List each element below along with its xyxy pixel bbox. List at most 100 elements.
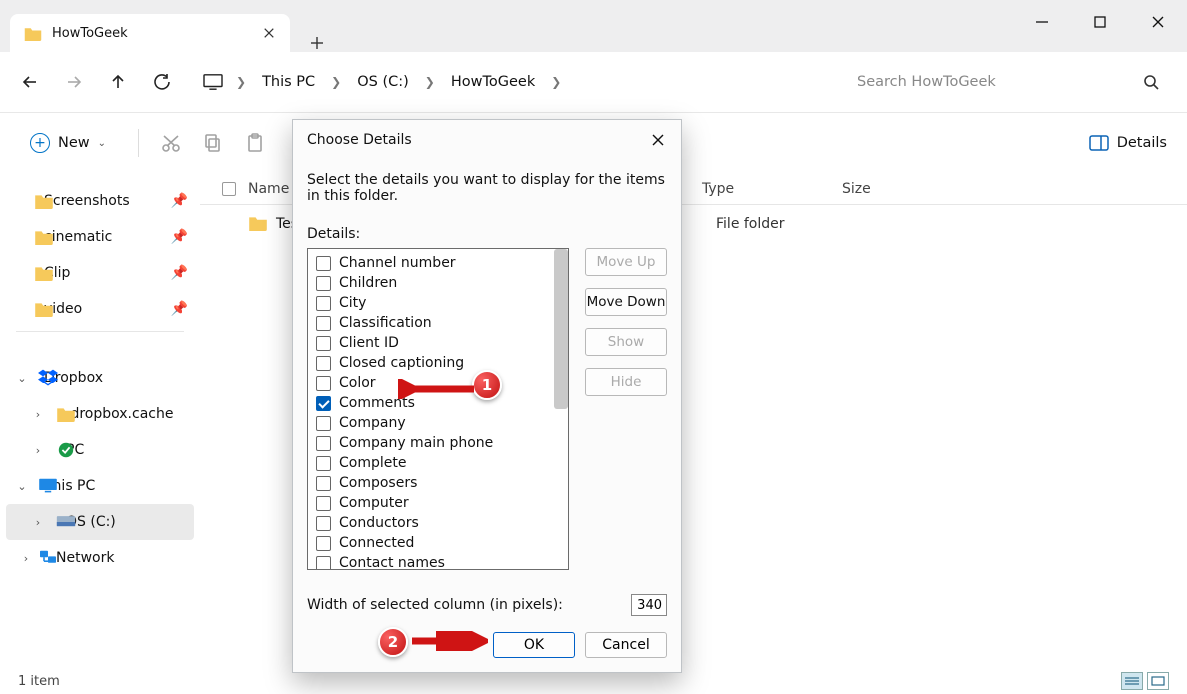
new-button[interactable]: + New ⌄ <box>20 125 116 161</box>
chevron-right-icon[interactable]: ❯ <box>417 75 443 89</box>
tab-close-icon[interactable] <box>262 26 276 40</box>
sidebar-item-network[interactable]: › Network <box>6 540 194 576</box>
select-all-checkbox[interactable] <box>222 182 236 196</box>
breadcrumb-seg-1[interactable]: OS (C:) <box>353 70 413 94</box>
detail-checkbox-item[interactable]: Complete <box>308 453 568 473</box>
sidebar-item-clip[interactable]: Clip 📌 <box>6 255 194 291</box>
monitor-icon <box>202 73 224 91</box>
breadcrumb-seg-2[interactable]: HowToGeek <box>447 70 539 94</box>
move-up-button[interactable]: Move Up <box>585 248 667 276</box>
forward-button[interactable] <box>58 66 90 98</box>
ok-button[interactable]: OK <box>493 632 575 658</box>
detail-checkbox-item[interactable]: Connected <box>308 533 568 553</box>
checkbox[interactable] <box>316 316 331 331</box>
view-large-icons-button[interactable] <box>1147 672 1169 690</box>
pin-icon: 📌 <box>171 229 188 245</box>
checkbox[interactable] <box>316 536 331 551</box>
sidebar-item-os-c[interactable]: › OS (C:) <box>6 504 194 540</box>
sidebar-item-video[interactable]: video 📌 <box>6 291 194 327</box>
checkbox[interactable] <box>316 256 331 271</box>
dialog-close-button[interactable] <box>649 131 667 149</box>
sync-folder-icon <box>56 441 76 459</box>
column-header-size[interactable]: Size <box>842 181 942 197</box>
detail-checkbox-item[interactable]: Classification <box>308 313 568 333</box>
chevron-right-icon[interactable]: › <box>30 444 46 457</box>
checkbox[interactable] <box>316 276 331 291</box>
detail-checkbox-item[interactable]: Company <box>308 413 568 433</box>
width-input[interactable] <box>631 594 667 616</box>
checkbox[interactable] <box>316 516 331 531</box>
show-button[interactable]: Show <box>585 328 667 356</box>
refresh-button[interactable] <box>146 66 178 98</box>
pin-icon: 📌 <box>171 193 188 209</box>
sidebar-item-screenshots[interactable]: Screenshots 📌 <box>6 183 194 219</box>
detail-checkbox-item[interactable]: Client ID <box>308 333 568 353</box>
separator <box>16 331 184 332</box>
chevron-right-icon[interactable]: › <box>30 408 46 421</box>
scrollbar[interactable] <box>554 249 568 409</box>
maximize-button[interactable] <box>1071 0 1129 44</box>
dropbox-icon <box>38 369 58 387</box>
checkbox[interactable] <box>316 296 331 311</box>
detail-checkbox-item[interactable]: Channel number <box>308 253 568 273</box>
chevron-right-icon[interactable]: ❯ <box>228 75 254 89</box>
chevron-right-icon[interactable]: ❯ <box>323 75 349 89</box>
titlebar: HowToGeek <box>0 0 1187 52</box>
details-pane-icon <box>1089 135 1109 151</box>
chevron-down-icon[interactable]: ⌄ <box>14 372 30 385</box>
sidebar-item-dropbox-pc[interactable]: › PC <box>6 432 194 468</box>
detail-checkbox-item[interactable]: Conductors <box>308 513 568 533</box>
chevron-right-icon[interactable]: › <box>30 516 46 529</box>
checkbox[interactable] <box>316 436 331 451</box>
checkbox[interactable] <box>316 556 331 571</box>
checkbox[interactable] <box>316 476 331 491</box>
checkbox[interactable] <box>316 356 331 371</box>
row-checkbox[interactable] <box>222 217 236 231</box>
checkbox[interactable] <box>316 456 331 471</box>
chevron-down-icon[interactable]: ⌄ <box>14 480 30 493</box>
sidebar-item-dropbox[interactable]: ⌄ Dropbox <box>6 360 194 396</box>
detail-checkbox-item[interactable]: Children <box>308 273 568 293</box>
checkbox[interactable] <box>316 396 331 411</box>
paste-icon[interactable] <box>245 133 265 153</box>
detail-checkbox-item[interactable]: Composers <box>308 473 568 493</box>
detail-checkbox-item[interactable]: Company main phone <box>308 433 568 453</box>
tab-howtogeek[interactable]: HowToGeek <box>10 14 290 52</box>
detail-checkbox-item[interactable]: Contact names <box>308 553 568 570</box>
minimize-button[interactable] <box>1013 0 1071 44</box>
sidebar-item-dropbox-cache[interactable]: › .dropbox.cache <box>6 396 194 432</box>
move-down-button[interactable]: Move Down <box>585 288 667 316</box>
sidebar: Screenshots 📌 cinematic 📌 Clip 📌 video 📌 <box>0 173 200 668</box>
view-details-button[interactable] <box>1121 672 1143 690</box>
detail-checkbox-item[interactable]: Computer <box>308 493 568 513</box>
detail-checkbox-item[interactable]: City <box>308 293 568 313</box>
copy-icon[interactable] <box>203 133 223 153</box>
separator <box>138 129 139 157</box>
hide-button[interactable]: Hide <box>585 368 667 396</box>
close-button[interactable] <box>1129 0 1187 44</box>
checkbox[interactable] <box>316 336 331 351</box>
sidebar-item-this-pc[interactable]: ⌄ This PC <box>6 468 194 504</box>
detail-item-label: Conductors <box>339 515 419 531</box>
details-list[interactable]: Channel numberChildrenCityClassification… <box>307 248 569 570</box>
checkbox[interactable] <box>316 416 331 431</box>
chevron-right-icon[interactable]: › <box>18 552 34 565</box>
detail-checkbox-item[interactable]: Closed captioning <box>308 353 568 373</box>
network-icon <box>38 549 58 567</box>
cancel-button[interactable]: Cancel <box>585 632 667 658</box>
chevron-right-icon[interactable]: ❯ <box>543 75 569 89</box>
checkbox[interactable] <box>316 376 331 391</box>
up-button[interactable] <box>102 66 134 98</box>
detail-item-label: Contact names <box>339 555 445 570</box>
cut-icon[interactable] <box>161 133 181 153</box>
back-button[interactable] <box>14 66 46 98</box>
column-header-type[interactable]: Type <box>702 181 842 197</box>
details-pane-button[interactable]: Details <box>1089 135 1167 151</box>
new-tab-button[interactable] <box>308 34 326 52</box>
address-bar[interactable]: ❯ This PC ❯ OS (C:) ❯ HowToGeek ❯ <box>202 70 831 94</box>
tab-title: HowToGeek <box>52 26 262 41</box>
search-input[interactable]: Search HowToGeek <box>843 64 1173 100</box>
breadcrumb-seg-0[interactable]: This PC <box>258 70 319 94</box>
checkbox[interactable] <box>316 496 331 511</box>
sidebar-item-cinematic[interactable]: cinematic 📌 <box>6 219 194 255</box>
